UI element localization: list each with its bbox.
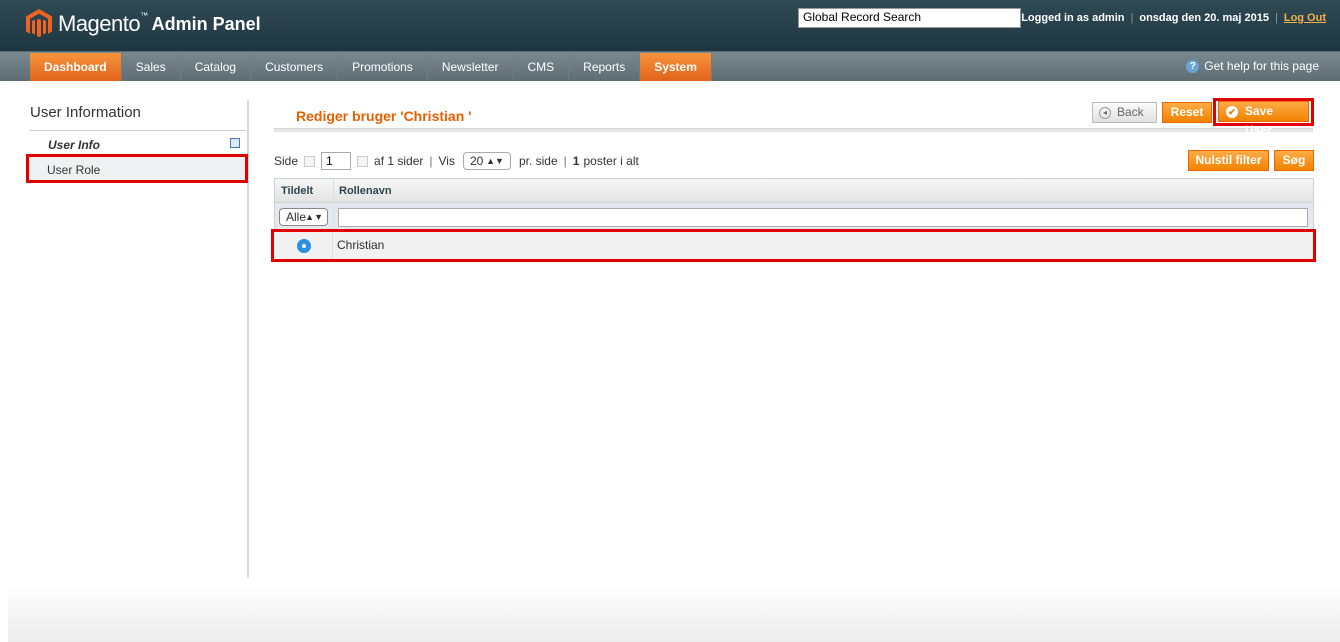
grid-header: Tildelt Rollenavn <box>275 179 1313 203</box>
nav-item-promotions[interactable]: Promotions <box>338 53 428 81</box>
column-header-assigned[interactable]: Tildelt <box>281 185 313 197</box>
separator: | <box>563 154 567 168</box>
save-icon <box>230 138 240 148</box>
reset-button[interactable]: Reset <box>1162 102 1212 123</box>
date-text: onsdag den 20. maj 2015 <box>1139 12 1269 24</box>
tab-user-role[interactable]: User Role <box>26 154 248 183</box>
show-label: Vis <box>438 154 455 168</box>
save-button-label: Save User <box>1245 104 1274 137</box>
filter-row: Alle ▲▼ <box>275 203 1313 231</box>
per-page-value: 20 <box>469 154 484 168</box>
global-search-input[interactable]: Global Record Search <box>798 8 1021 28</box>
nav-item-cms[interactable]: CMS <box>514 53 570 81</box>
nav-item-catalog[interactable]: Catalog <box>181 53 252 81</box>
logo-subtitle: Admin Panel <box>151 13 261 34</box>
logo-text: Magento™ <box>58 11 148 36</box>
header-user-info: Logged in as admin | onsdag den 20. maj … <box>1021 12 1326 24</box>
back-arrow-icon: ◂ <box>1099 107 1111 119</box>
per-page-select[interactable]: 20 ▲▼ <box>462 152 511 170</box>
nav-item-reports[interactable]: Reports <box>569 53 641 81</box>
header: Magento™ Admin Panel Global Record Searc… <box>0 0 1340 51</box>
check-icon: ✔ <box>1226 106 1238 118</box>
prev-page-icon[interactable] <box>304 155 316 167</box>
total-count: 1 <box>572 154 580 168</box>
nav-item-newsletter[interactable]: Newsletter <box>428 53 514 81</box>
back-button-label: Back <box>1117 105 1144 119</box>
roles-grid: Tildelt Rollenavn Alle ▲▼ <box>274 178 1314 231</box>
column-header-role-name[interactable]: Rollenavn <box>339 185 392 197</box>
save-user-button[interactable]: ✔ Save User <box>1218 101 1309 137</box>
divider <box>333 179 334 230</box>
tab-user-info[interactable]: User Info <box>30 136 246 154</box>
select-arrows-icon: ▲▼ <box>486 156 504 166</box>
nav-item-customers[interactable]: Customers <box>251 53 339 81</box>
page-count: af 1 sider <box>374 154 424 168</box>
role-name-filter-input[interactable] <box>338 208 1308 227</box>
search-button[interactable]: Søg <box>1274 150 1314 171</box>
back-button[interactable]: ◂ Back <box>1092 102 1157 123</box>
separator: | <box>1274 12 1278 24</box>
separator: | <box>429 154 433 168</box>
divider <box>332 232 333 259</box>
logout-link[interactable]: Log Out <box>1284 12 1326 24</box>
assigned-radio[interactable] <box>297 239 311 253</box>
table-row[interactable]: Christian <box>271 229 1316 262</box>
assigned-filter-select[interactable]: Alle ▲▼ <box>279 208 328 226</box>
main-nav: Dashboard Sales Catalog Customers Promot… <box>0 51 1340 81</box>
total-suffix: poster i alt <box>583 154 639 168</box>
footer-area <box>8 583 1340 642</box>
assigned-filter-value: Alle <box>286 210 307 224</box>
divider <box>274 128 1313 132</box>
per-page-suffix: pr. side <box>518 154 558 168</box>
help-link[interactable]: ? Get help for this page <box>1186 59 1319 73</box>
separator: | <box>1130 12 1134 24</box>
sidebar-title: User Information <box>30 104 141 121</box>
magento-logo-icon <box>26 9 52 38</box>
page-title: Rediger bruger 'Christian ' <box>296 108 472 124</box>
nav-item-dashboard[interactable]: Dashboard <box>30 53 122 81</box>
tab-user-role-label: User Role <box>47 163 101 177</box>
help-label: Get help for this page <box>1204 59 1319 73</box>
magento-logo[interactable]: Magento™ Admin Panel <box>26 8 261 40</box>
help-icon: ? <box>1186 59 1200 73</box>
role-name-cell: Christian <box>337 238 385 252</box>
next-page-icon[interactable] <box>357 155 369 167</box>
page-input[interactable] <box>321 152 352 170</box>
page-label: Side <box>274 154 299 168</box>
nav-item-sales[interactable]: Sales <box>122 53 181 81</box>
reset-filter-button[interactable]: Nulstil filter <box>1188 150 1269 171</box>
tab-user-info-label: User Info <box>48 138 101 152</box>
divider <box>30 130 246 131</box>
nav-item-system[interactable]: System <box>640 53 712 81</box>
pager: Side af 1 sider | Vis 20 ▲▼ pr. side | 1… <box>274 152 639 170</box>
logged-in-text: Logged in as admin <box>1021 12 1125 24</box>
select-arrows-icon: ▲▼ <box>305 212 323 222</box>
